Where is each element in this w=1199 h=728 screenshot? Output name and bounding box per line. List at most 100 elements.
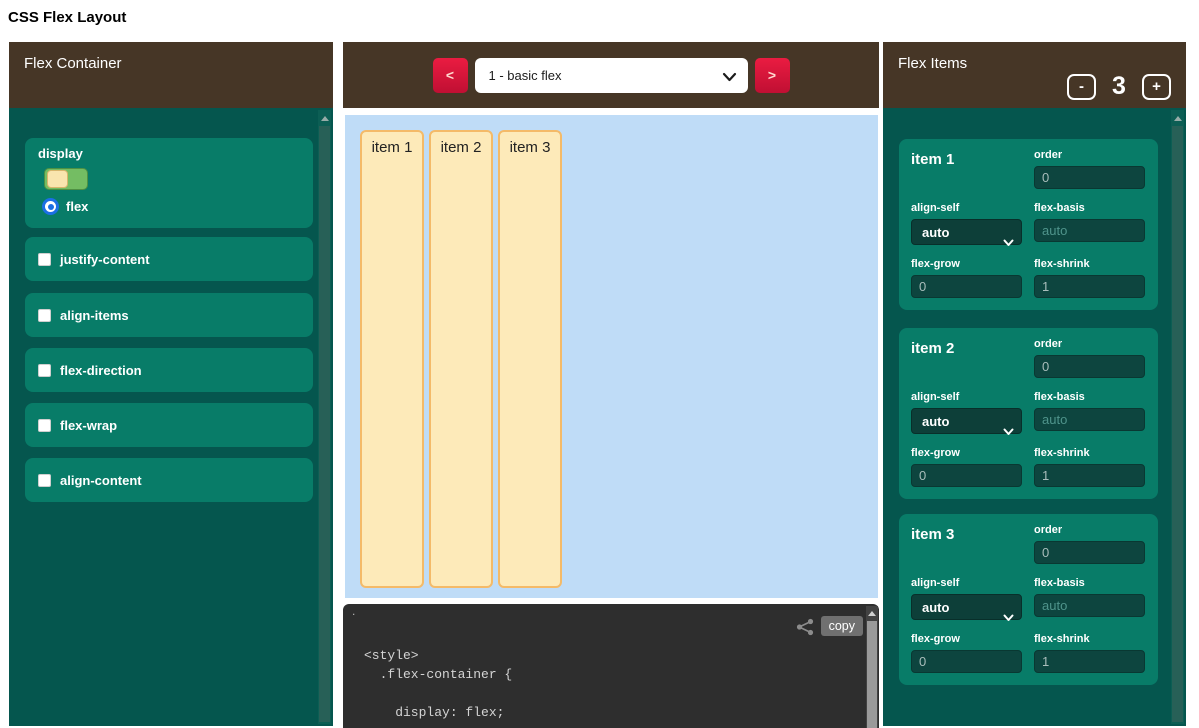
- flex-grow-input[interactable]: [911, 275, 1022, 298]
- flex-wrap-checkbox[interactable]: [38, 419, 51, 432]
- align-self-select[interactable]: auto: [911, 594, 1022, 620]
- flex-container-title: Flex Container: [24, 55, 122, 72]
- left-panel-scrollbar[interactable]: [318, 110, 331, 724]
- align-content-label: align-content: [60, 473, 142, 488]
- example-prev-button[interactable]: <: [433, 58, 468, 93]
- flex-basis-label: flex-basis: [1034, 577, 1145, 589]
- example-next-button[interactable]: >: [755, 58, 790, 93]
- code-scrollbar-thumb[interactable]: [867, 621, 877, 728]
- order-field: order: [1034, 149, 1145, 189]
- flex-basis-field: flex-basis: [1034, 577, 1145, 620]
- code-panel: . copy <style> .flex-container { display…: [343, 604, 879, 728]
- copy-button[interactable]: copy: [821, 616, 863, 636]
- flex-grow-field: flex-grow: [911, 633, 1022, 673]
- items-count: 3: [1102, 72, 1136, 101]
- flex-grow-input[interactable]: [911, 650, 1022, 673]
- prop-card-align-content[interactable]: align-content: [25, 458, 313, 502]
- align-self-field: align-self auto: [911, 202, 1022, 245]
- code-scrollbar[interactable]: [866, 606, 878, 728]
- align-self-field: align-self auto: [911, 391, 1022, 434]
- flex-grow-label: flex-grow: [911, 258, 1022, 270]
- flex-basis-input[interactable]: [1034, 594, 1145, 617]
- flex-direction-checkbox[interactable]: [38, 364, 51, 377]
- flex-grow-label: flex-grow: [911, 447, 1022, 459]
- order-field: order: [1034, 524, 1145, 564]
- align-self-label: align-self: [911, 577, 1022, 589]
- align-self-label: align-self: [911, 391, 1022, 403]
- display-toggle[interactable]: [44, 168, 88, 190]
- scroll-up-icon[interactable]: [321, 116, 329, 121]
- item-card-1: item 1 order align-self auto: [899, 139, 1158, 310]
- align-self-select[interactable]: auto: [911, 408, 1022, 434]
- justify-content-checkbox[interactable]: [38, 253, 51, 266]
- prop-card-flex-direction[interactable]: flex-direction: [25, 348, 313, 392]
- items-count-decrement-button[interactable]: -: [1067, 74, 1096, 100]
- align-content-checkbox[interactable]: [38, 474, 51, 487]
- flex-container-header: Flex Container: [9, 42, 333, 108]
- flex-shrink-label: flex-shrink: [1034, 633, 1145, 645]
- prop-card-flex-wrap[interactable]: flex-wrap: [25, 403, 313, 447]
- display-toggle-knob: [47, 170, 68, 188]
- share-icon[interactable]: [795, 618, 815, 641]
- flex-basis-label: flex-basis: [1034, 202, 1145, 214]
- flex-items-body: item 1 order align-self auto: [883, 108, 1186, 726]
- order-input[interactable]: [1034, 166, 1145, 189]
- align-items-label: align-items: [60, 308, 129, 323]
- order-input[interactable]: [1034, 355, 1145, 378]
- item-card-1-title: item 1: [911, 149, 1022, 189]
- flex-basis-field: flex-basis: [1034, 202, 1145, 245]
- order-label: order: [1034, 524, 1145, 536]
- flex-shrink-input[interactable]: [1034, 650, 1145, 673]
- item-card-3: item 3 order align-self auto: [899, 514, 1158, 685]
- align-self-field: align-self auto: [911, 577, 1022, 620]
- flex-grow-field: flex-grow: [911, 258, 1022, 298]
- item-card-2-title: item 2: [911, 338, 1022, 378]
- display-label: display: [38, 146, 83, 161]
- prop-card-justify-content[interactable]: justify-content: [25, 237, 313, 281]
- flex-shrink-field: flex-shrink: [1034, 447, 1145, 487]
- flex-radio-label: flex: [66, 199, 88, 214]
- flex-basis-input[interactable]: [1034, 219, 1145, 242]
- item-card-2: item 2 order align-self auto: [899, 328, 1158, 499]
- flex-container-panel: Flex Container display flex justify-cont…: [9, 42, 333, 726]
- order-label: order: [1034, 338, 1145, 350]
- right-panel-scrollbar-thumb[interactable]: [1172, 126, 1183, 722]
- code-scroll-up-icon[interactable]: [868, 611, 876, 616]
- example-select[interactable]: 1 - basic flex: [475, 58, 748, 93]
- align-self-label: align-self: [911, 202, 1022, 214]
- flex-shrink-input[interactable]: [1034, 464, 1145, 487]
- flex-shrink-field: flex-shrink: [1034, 633, 1145, 673]
- right-panel-scrollbar[interactable]: [1171, 110, 1184, 724]
- prop-card-align-items[interactable]: align-items: [25, 293, 313, 337]
- align-items-checkbox[interactable]: [38, 309, 51, 322]
- flex-grow-label: flex-grow: [911, 633, 1022, 645]
- flex-items-panel: Flex Items - 3 + item 1 order align-self…: [883, 42, 1186, 726]
- scroll-up-icon[interactable]: [1174, 116, 1182, 121]
- example-picker-bar: < 1 - basic flex >: [343, 42, 879, 108]
- preview-panel: < 1 - basic flex > item 1 item 2 item 3 …: [343, 42, 879, 728]
- display-card: display flex: [25, 138, 313, 228]
- justify-content-label: justify-content: [60, 252, 150, 267]
- code-stray-dot: .: [352, 604, 355, 618]
- items-count-increment-button[interactable]: +: [1142, 74, 1171, 100]
- order-input[interactable]: [1034, 541, 1145, 564]
- flex-basis-field: flex-basis: [1034, 391, 1145, 434]
- left-panel-scrollbar-thumb[interactable]: [319, 126, 330, 722]
- flex-shrink-label: flex-shrink: [1034, 447, 1145, 459]
- flex-shrink-input[interactable]: [1034, 275, 1145, 298]
- flex-preview-item-2: item 2: [429, 130, 493, 588]
- flex-basis-input[interactable]: [1034, 408, 1145, 431]
- align-self-select[interactable]: auto: [911, 219, 1022, 245]
- flex-shrink-label: flex-shrink: [1034, 258, 1145, 270]
- order-field: order: [1034, 338, 1145, 378]
- flex-basis-label: flex-basis: [1034, 391, 1145, 403]
- flex-radio[interactable]: [42, 198, 59, 215]
- flex-radio-dot: [48, 204, 54, 210]
- flex-preview-item-3: item 3: [498, 130, 562, 588]
- flex-items-header: Flex Items - 3 +: [883, 42, 1186, 108]
- flex-grow-input[interactable]: [911, 464, 1022, 487]
- example-select-wrap: 1 - basic flex: [475, 58, 748, 93]
- flex-items-title: Flex Items: [898, 55, 967, 72]
- order-label: order: [1034, 149, 1145, 161]
- flex-preview-container: item 1 item 2 item 3: [345, 115, 878, 598]
